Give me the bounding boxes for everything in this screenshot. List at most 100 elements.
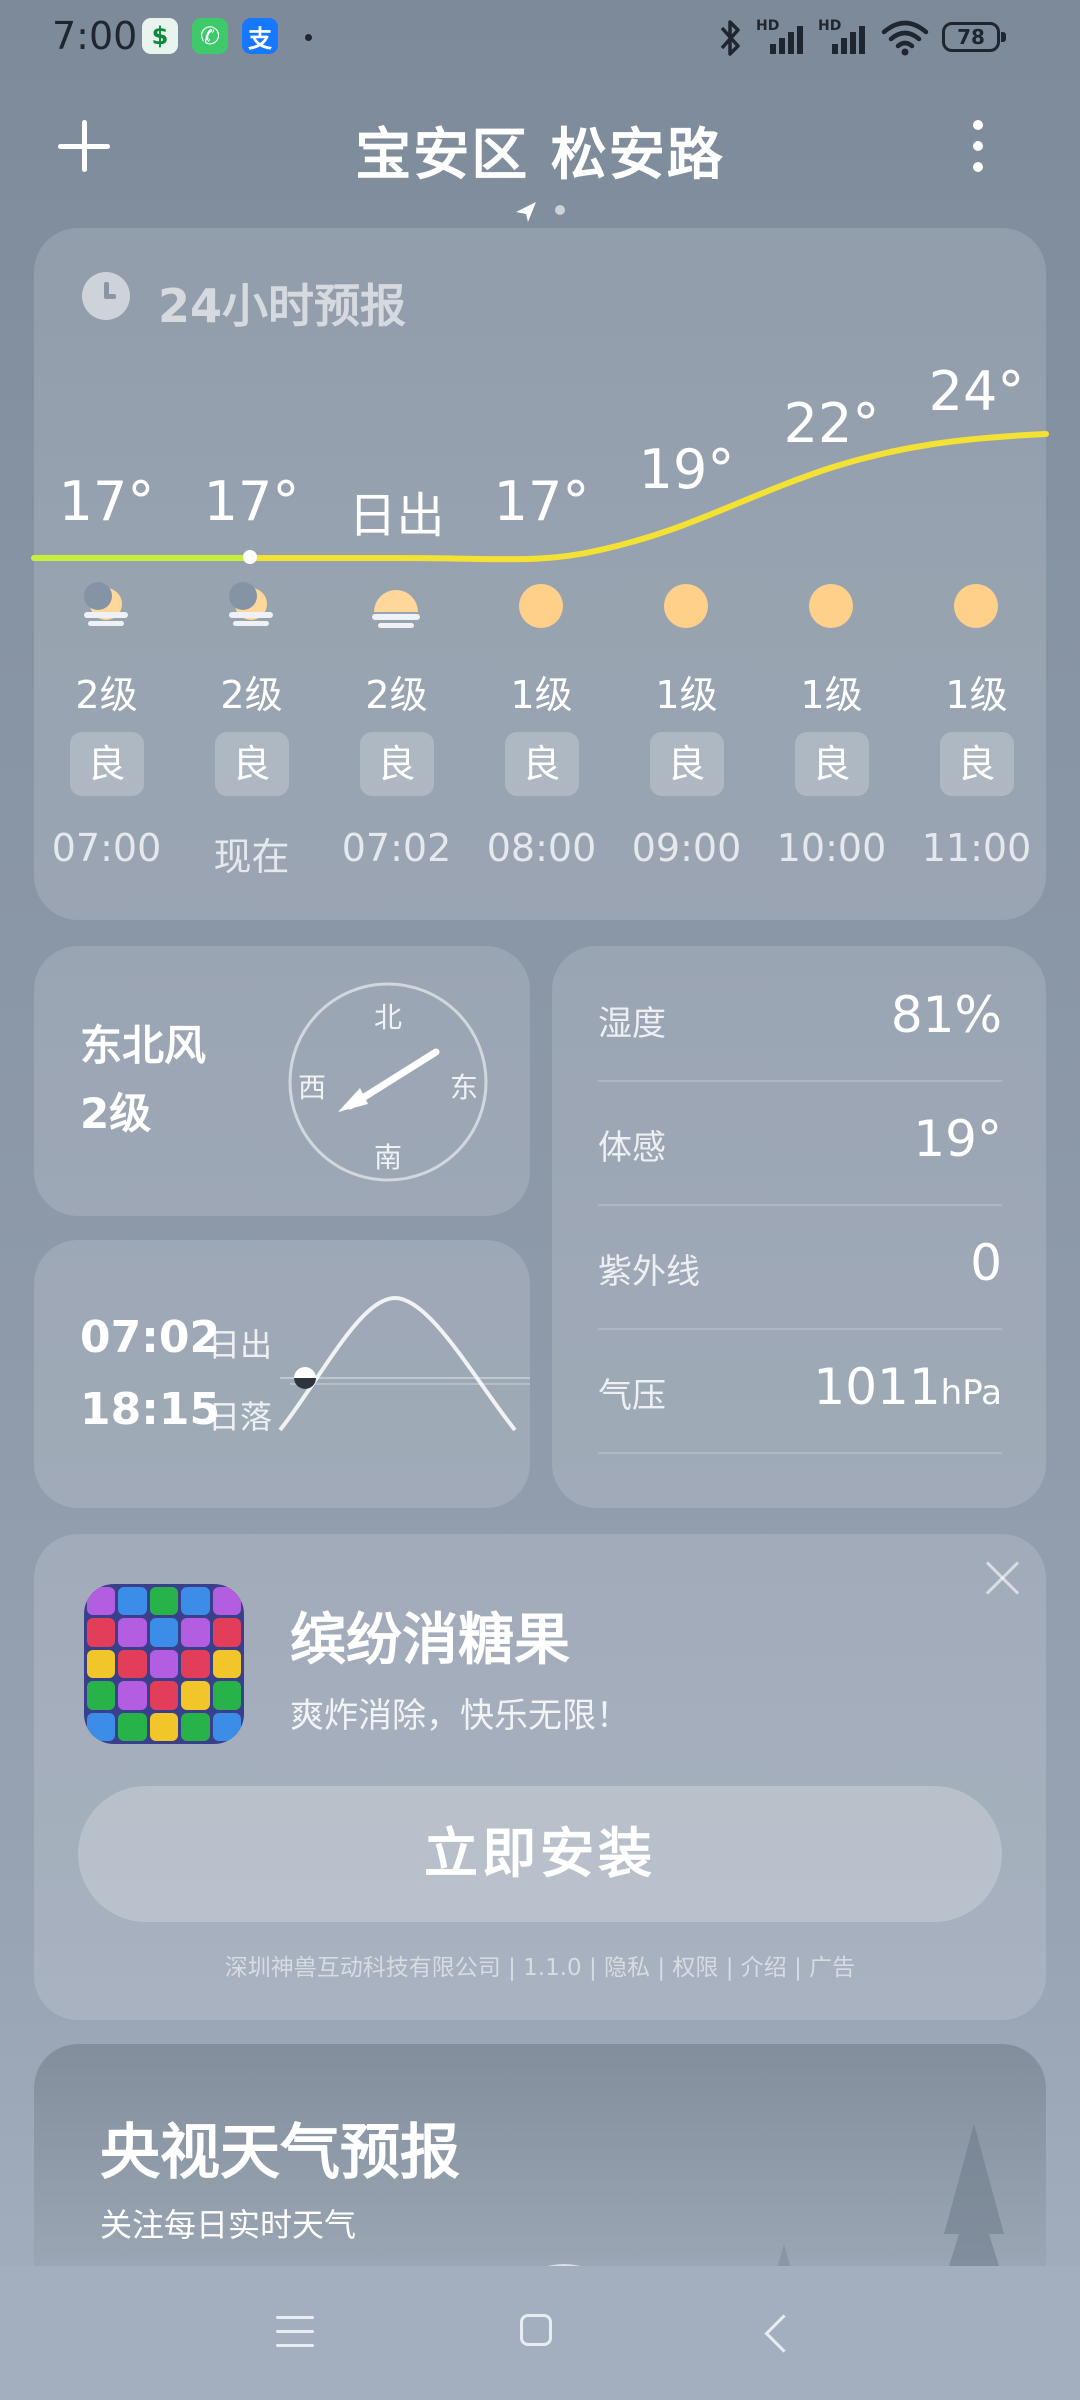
forecast-temp: 日出	[348, 488, 445, 544]
install-button[interactable]: 立即安装	[78, 1786, 1002, 1922]
humidity-row: 湿度 81%	[598, 958, 1002, 1082]
more-options-button[interactable]	[968, 118, 988, 174]
forecast-temp: 17°	[203, 470, 300, 533]
forecast-wind: 1级	[655, 673, 718, 717]
aqi-badge: 良	[69, 732, 144, 796]
forecast-item[interactable]: 日出	[324, 476, 469, 546]
aqi-badge: 良	[794, 732, 869, 796]
forecast-time: 现在	[213, 835, 290, 879]
sun-icon	[664, 584, 708, 628]
uv-value: 0	[970, 1234, 1002, 1292]
aqi-cell: 良	[614, 732, 759, 796]
forecast-time: 09:00	[631, 826, 742, 870]
forecast-temp: 19°	[638, 438, 735, 501]
forecast-item[interactable]: 24°	[904, 360, 1049, 423]
compass-east: 东	[450, 1071, 479, 1104]
forecast-time: 10:00	[776, 826, 887, 870]
notification-dot	[305, 34, 312, 41]
forecast-temp: 17°	[58, 470, 155, 533]
pressure-row: 气压 1011hPa	[598, 1330, 1002, 1454]
status-time: 7:00	[52, 14, 138, 58]
forecast-wind: 2级	[220, 673, 283, 717]
aqi-badge: 良	[939, 732, 1014, 796]
aqi-cell: 良	[469, 732, 614, 796]
phone-app-icon: ✆	[192, 18, 228, 54]
sun-icon	[519, 584, 563, 628]
sunrise-time: 07:02	[80, 1312, 221, 1363]
finance-app-icon: $	[142, 18, 178, 54]
forecast-wind: 2级	[365, 673, 428, 717]
ad-subtitle: 爽炸消除，快乐无限！	[290, 1696, 630, 1736]
forecast-item[interactable]: 17°	[34, 470, 179, 533]
aqi-badge: 良	[359, 732, 434, 796]
cctv-title: 央视天气预报	[100, 2118, 460, 2188]
bluetooth-icon	[720, 20, 740, 56]
forecast-item[interactable]: 17°	[469, 470, 614, 533]
aqi-cell: 良	[324, 732, 469, 796]
compass-west: 西	[298, 1071, 327, 1104]
detail-value: 1011hPa	[813, 1358, 1002, 1416]
hd-signal-icon-2: HD	[818, 18, 874, 58]
location-arrow-icon	[516, 202, 536, 222]
sunrise-icon	[372, 590, 420, 628]
home-icon[interactable]	[520, 2314, 552, 2346]
forecast-wind: 2级	[75, 673, 138, 717]
forecast-wind: 1级	[510, 673, 573, 717]
sun-icon	[954, 584, 998, 628]
forecast-wind: 1级	[800, 673, 863, 717]
aqi-badge: 良	[504, 732, 579, 796]
location-title[interactable]: 宝安区 松安路	[0, 110, 1080, 191]
forecast-temp: 24°	[928, 360, 1025, 423]
wind-direction: 东北风	[80, 1021, 207, 1070]
current-time-marker	[243, 550, 257, 564]
feels-like-value: 19°	[913, 1110, 1002, 1168]
forecast-temp: 22°	[783, 392, 880, 455]
uv-row: 紫外线 0	[598, 1206, 1002, 1330]
forecast-time: 07:00	[51, 826, 162, 870]
sun-arc	[278, 1295, 530, 1432]
aqi-cell: 良	[179, 732, 324, 796]
aqi-badge: 良	[214, 732, 289, 796]
cctv-subtitle: 关注每日实时天气	[100, 2206, 357, 2244]
menu-icon[interactable]	[276, 2316, 314, 2348]
compass-north: 北	[374, 1001, 403, 1034]
forecast-time: 11:00	[921, 826, 1032, 870]
sunset-time: 18:15	[80, 1384, 221, 1435]
detail-label: 体感	[598, 1128, 666, 1168]
close-ad-button[interactable]	[985, 1560, 1021, 1596]
candy-game-icon[interactable]	[84, 1584, 244, 1744]
forecast-time: 08:00	[486, 826, 597, 870]
detail-label: 湿度	[598, 1004, 666, 1044]
forecast-item[interactable]: 17°	[179, 470, 324, 533]
forecast-wind: 1级	[945, 673, 1008, 717]
alipay-app-icon: 支	[242, 18, 278, 54]
clock-icon	[82, 272, 130, 320]
forecast-time: 07:02	[341, 826, 452, 870]
forecast-temp: 17°	[493, 470, 590, 533]
forecast-title: 24小时预报	[158, 279, 407, 333]
aqi-cell: 良	[34, 732, 179, 796]
detail-value: 81%	[891, 986, 1002, 1044]
aqi-cell: 良	[759, 732, 904, 796]
detail-label: 气压	[598, 1376, 666, 1416]
forecast-item[interactable]: 19°	[614, 438, 759, 501]
pressure-value: 1011	[813, 1358, 941, 1416]
pressure-unit: hPa	[940, 1373, 1002, 1413]
ad-title[interactable]: 缤纷消糖果	[290, 1595, 570, 1676]
humidity-value: 81%	[890, 986, 1002, 1044]
battery-icon: 78	[942, 22, 1006, 52]
wind-level: 2级	[80, 1089, 152, 1138]
moon-cloud-icon	[84, 582, 128, 626]
sun-icon	[809, 584, 853, 628]
detail-value: 19°	[913, 1110, 1002, 1168]
detail-label: 紫外线	[598, 1252, 700, 1292]
feels-like-row: 体感 19°	[598, 1082, 1002, 1206]
ad-meta-links[interactable]: 深圳神兽互动科技有限公司 | 1.1.0 | 隐私 | 权限 | 介绍 | 广告	[0, 1948, 1080, 1982]
forecast-item[interactable]: 22°	[759, 392, 904, 455]
page-dot	[555, 205, 565, 215]
moon-cloud-icon	[229, 582, 273, 626]
hd-signal-icon: HD	[756, 18, 812, 58]
compass-south: 南	[374, 1141, 403, 1174]
wifi-icon	[881, 20, 929, 56]
aqi-badge: 良	[649, 732, 724, 796]
